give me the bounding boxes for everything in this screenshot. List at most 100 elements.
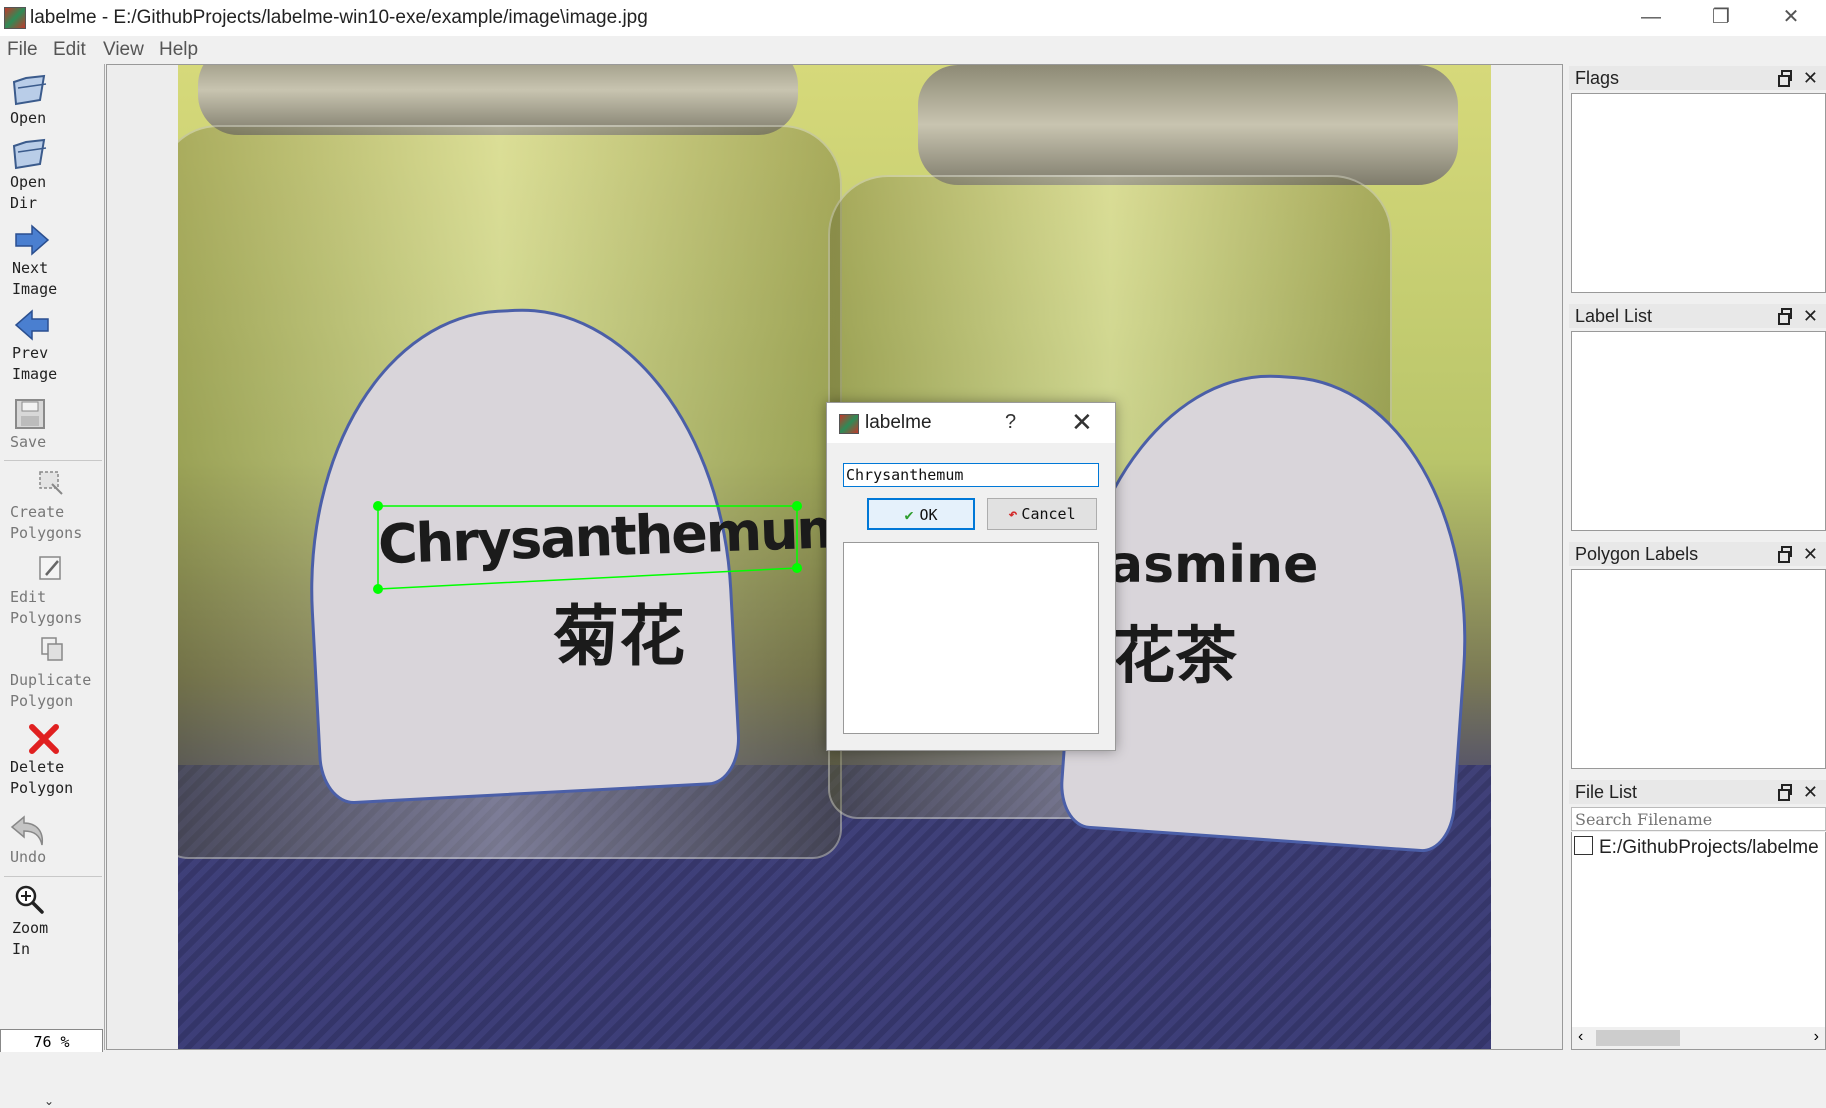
menu-file[interactable]: File [7, 39, 38, 61]
ok-button[interactable]: ✔ OK [867, 498, 975, 530]
create-polygon-icon [39, 471, 63, 495]
float-dock-icon[interactable] [1778, 308, 1792, 325]
label-suggestion-list[interactable] [843, 542, 1099, 734]
dialog-title-bar: labelme ? ✕ [827, 403, 1115, 443]
polygon-vertex[interactable] [792, 563, 802, 573]
toolbar-extension-icon[interactable]: ⌄ [44, 1094, 54, 1108]
label-list-title: Label List [1575, 306, 1653, 326]
file-list-dock-title: File List ✕ [1569, 780, 1826, 804]
open-label: Open [10, 109, 47, 127]
label-list-dock: Label List ✕ [1569, 304, 1826, 532]
menu-view[interactable]: View [103, 39, 144, 61]
scroll-left-icon[interactable]: ‹ [1578, 1028, 1583, 1046]
arrow-left-icon [14, 309, 49, 341]
flags-title: Flags [1575, 68, 1620, 88]
polygon-labels-dock: Polygon Labels ✕ [1569, 542, 1826, 770]
create-polygons-button[interactable]: Create Polygons [10, 468, 114, 544]
float-dock-icon[interactable] [1778, 70, 1792, 87]
app-icon [839, 414, 859, 434]
cancel-button[interactable]: ↶ Cancel [987, 498, 1097, 530]
close-dock-icon[interactable]: ✕ [1803, 542, 1818, 566]
scroll-right-icon[interactable]: › [1814, 1028, 1819, 1046]
prev-image-label: Prev Image [12, 344, 58, 383]
polygon-labels-title: Polygon Labels [1575, 544, 1699, 564]
dialog-close-button[interactable]: ✕ [1071, 407, 1093, 438]
duplicate-icon [41, 637, 63, 661]
file-list[interactable]: E:/GithubProjects/labelme ‹ › [1571, 832, 1826, 1050]
open-button[interactable]: Open [10, 74, 114, 129]
close-dock-icon[interactable]: ✕ [1803, 304, 1818, 328]
polygon-labels-dock-title: Polygon Labels ✕ [1569, 542, 1826, 566]
dialog-title: labelme [865, 412, 932, 433]
menu-bar: File Edit View Help [0, 36, 1826, 64]
next-image-button[interactable]: Next Image [12, 224, 116, 300]
polygon-vertex[interactable] [792, 501, 802, 511]
tools-toolbar: Open Open Dir Next Image Prev Image Save… [0, 64, 105, 1108]
file-list-item[interactable]: E:/GithubProjects/labelme [1574, 836, 1819, 859]
zoom-in-button[interactable]: Zoom In [12, 884, 116, 960]
scrollbar-thumb[interactable] [1596, 1030, 1680, 1046]
toolbar-separator [4, 460, 102, 461]
open-dir-label: Open Dir [10, 173, 47, 212]
zoom-in-icon [15, 885, 44, 914]
open-dir-button[interactable]: Open Dir [10, 138, 114, 214]
delete-polygon-label: Delete Polygon [10, 758, 74, 797]
label-list-dock-title: Label List ✕ [1569, 304, 1826, 328]
polygon-labels-list[interactable] [1571, 569, 1826, 769]
status-bar [0, 1052, 1826, 1080]
duplicate-polygon-label: Duplicate Polygon [10, 671, 92, 710]
create-polygons-label: Create Polygons [10, 503, 83, 542]
ok-label: OK [919, 506, 938, 524]
close-dock-icon[interactable]: ✕ [1803, 780, 1818, 804]
flags-list[interactable] [1571, 93, 1826, 293]
label-input[interactable] [843, 463, 1099, 487]
flags-dock-title: Flags ✕ [1569, 66, 1826, 90]
flags-dock: Flags ✕ [1569, 66, 1826, 294]
cancel-label: Cancel [1021, 505, 1076, 523]
close-window-button[interactable]: ✕ [1756, 0, 1826, 36]
title-bar: labelme - E:/GithubProjects/labelme-win1… [0, 0, 1826, 36]
arrow-right-icon [15, 224, 50, 256]
toolbar-separator [4, 876, 102, 877]
app-icon [4, 7, 26, 29]
edit-polygons-label: Edit Polygons [10, 588, 83, 627]
float-dock-icon[interactable] [1778, 784, 1792, 801]
search-filename-input[interactable] [1571, 807, 1826, 831]
check-icon: ✔ [904, 506, 914, 524]
polygon-vertex[interactable] [373, 584, 383, 594]
window-title: labelme - E:/GithubProjects/labelme-win1… [30, 7, 648, 28]
next-image-label: Next Image [12, 259, 58, 298]
file-checkbox[interactable] [1574, 836, 1593, 855]
float-dock-icon[interactable] [1778, 546, 1792, 563]
folder-open-icon [12, 138, 47, 170]
delete-polygon-button[interactable]: Delete Polygon [10, 723, 114, 799]
file-path: E:/GithubProjects/labelme [1599, 837, 1819, 858]
zoom-in-label: Zoom In [12, 919, 49, 958]
restore-button[interactable]: ❐ [1686, 0, 1756, 36]
label-list[interactable] [1571, 331, 1826, 531]
undo-icon [10, 815, 44, 846]
save-label: Save [10, 433, 47, 451]
help-button[interactable]: ? [1005, 411, 1016, 434]
menu-help[interactable]: Help [159, 39, 198, 61]
file-list-title: File List [1575, 782, 1638, 802]
minimize-button[interactable]: — [1616, 0, 1686, 36]
close-dock-icon[interactable]: ✕ [1803, 66, 1818, 90]
cancel-arrow-icon: ↶ [1008, 505, 1018, 523]
edit-polygons-button[interactable]: Edit Polygons [10, 553, 114, 629]
polygon-vertex[interactable] [373, 501, 383, 511]
undo-label: Undo [10, 848, 47, 866]
save-icon [15, 399, 45, 429]
file-list-dock: File List ✕ E:/GithubProjects/labelme ‹ … [1569, 780, 1826, 1050]
label-dialog: labelme ? ✕ ✔ OK ↶Cancel [826, 402, 1116, 751]
duplicate-polygon-button[interactable]: Duplicate Polygon [10, 636, 114, 712]
delete-x-icon [29, 724, 59, 754]
save-button[interactable]: Save [10, 398, 114, 453]
menu-edit[interactable]: Edit [53, 39, 86, 61]
prev-image-button[interactable]: Prev Image [12, 309, 116, 385]
horizontal-scrollbar[interactable]: ‹ › [1572, 1027, 1825, 1049]
undo-button[interactable]: Undo [10, 813, 114, 868]
folder-open-icon [12, 74, 47, 106]
zoom-level-field[interactable]: 76 % [0, 1029, 103, 1053]
edit-polygon-icon [39, 556, 61, 580]
